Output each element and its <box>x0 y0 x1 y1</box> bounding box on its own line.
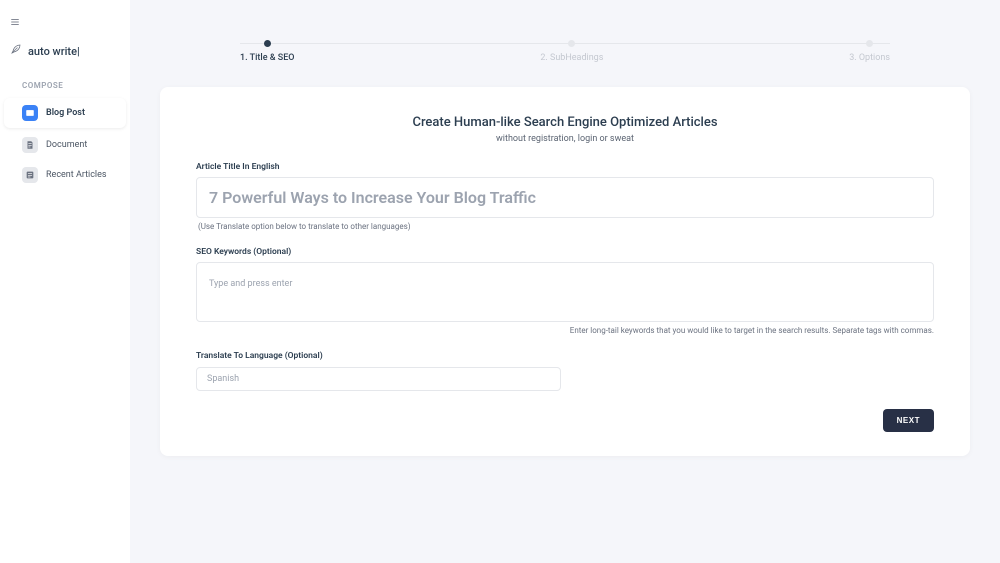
step-subheadings[interactable]: 2. SubHeadings <box>540 40 603 63</box>
recent-icon <box>22 167 38 183</box>
card-footer: NEXT <box>196 409 934 432</box>
step-title-seo[interactable]: 1. Title & SEO <box>240 40 295 63</box>
form-group-seo: SEO Keywords (Optional) Type and press e… <box>196 247 934 335</box>
title-label: Article Title In English <box>196 162 934 172</box>
section-label: COMPOSE <box>0 75 130 96</box>
sidebar-item-label: Recent Articles <box>46 170 107 180</box>
brand-name: auto write| <box>28 45 80 58</box>
card-header: Create Human-like Search Engine Optimize… <box>196 115 934 144</box>
translate-language-input[interactable] <box>196 367 561 391</box>
article-title-input[interactable] <box>196 177 934 218</box>
sidebar-item-recent-articles[interactable]: Recent Articles <box>0 160 126 190</box>
sidebar-item-blog-post[interactable]: Blog Post <box>4 98 126 128</box>
seo-hint: Enter long-tail keywords that you would … <box>196 326 934 335</box>
sidebar: auto write| COMPOSE Blog Post Document R… <box>0 0 130 563</box>
sidebar-item-label: Blog Post <box>46 108 85 118</box>
steps: 1. Title & SEO 2. SubHeadings 3. Options <box>240 40 890 63</box>
seo-keywords-input[interactable]: Type and press enter <box>196 262 934 322</box>
seo-label: SEO Keywords (Optional) <box>196 247 934 257</box>
seo-placeholder: Type and press enter <box>209 279 292 289</box>
step-dot-icon <box>264 40 271 47</box>
document-icon <box>22 137 38 153</box>
brand[interactable]: auto write| <box>0 37 130 75</box>
card: Create Human-like Search Engine Optimize… <box>160 87 970 456</box>
feather-icon <box>10 41 22 61</box>
step-label: 1. Title & SEO <box>240 53 295 63</box>
page-title: Create Human-like Search Engine Optimize… <box>196 115 934 130</box>
title-hint: (Use Translate option below to translate… <box>196 222 934 231</box>
form-group-title: Article Title In English (Use Translate … <box>196 162 934 231</box>
sidebar-item-document[interactable]: Document <box>0 130 126 160</box>
step-dot-icon <box>866 40 873 47</box>
sidebar-item-label: Document <box>46 140 87 150</box>
hamburger-menu[interactable] <box>0 10 130 37</box>
window-icon <box>22 105 38 121</box>
form-group-translate: Translate To Language (Optional) <box>196 351 934 391</box>
step-dot-icon <box>568 40 575 47</box>
page-subtitle: without registration, login or sweat <box>196 134 934 144</box>
next-button[interactable]: NEXT <box>883 409 934 432</box>
step-label: 3. Options <box>849 53 890 63</box>
step-options[interactable]: 3. Options <box>849 40 890 63</box>
translate-label: Translate To Language (Optional) <box>196 351 934 361</box>
step-label: 2. SubHeadings <box>540 53 603 63</box>
main-content: 1. Title & SEO 2. SubHeadings 3. Options… <box>130 0 1000 563</box>
